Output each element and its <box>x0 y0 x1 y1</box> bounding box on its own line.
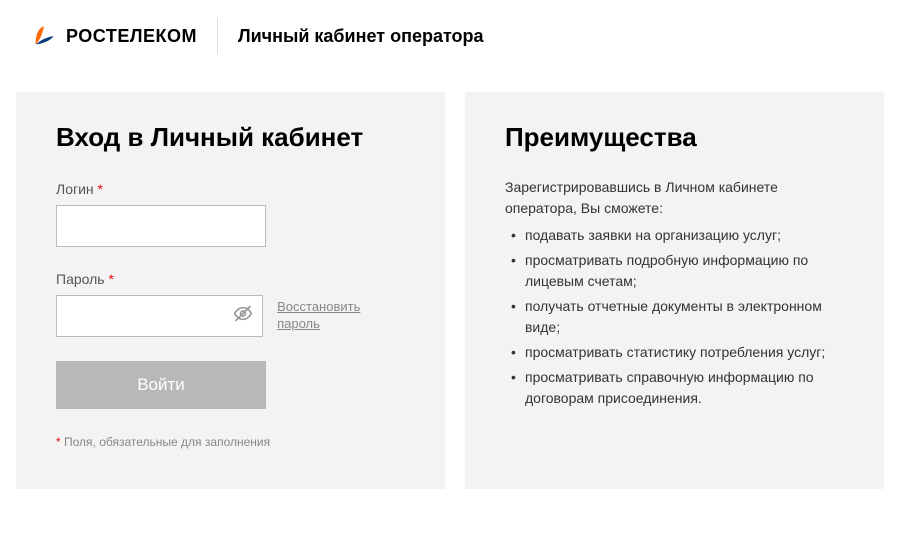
list-item: получать отчетные документы в электронно… <box>511 296 844 338</box>
header-divider <box>217 18 218 54</box>
password-input[interactable] <box>56 295 263 337</box>
login-panel: Вход в Личный кабинет Логин * Пароль * <box>16 92 445 489</box>
password-field-block: Пароль * Восстановить пароль <box>56 271 405 337</box>
footnote: * Поля, обязательные для заполнения <box>56 435 405 449</box>
benefits-title: Преимущества <box>505 122 844 153</box>
header-subtitle: Личный кабинет оператора <box>238 26 484 47</box>
password-label: Пароль * <box>56 271 405 287</box>
login-label: Логин * <box>56 181 405 197</box>
required-marker: * <box>98 181 103 197</box>
list-item: подавать заявки на организацию услуг; <box>511 225 844 246</box>
forgot-password-link[interactable]: Восстановить пароль <box>277 299 405 333</box>
logo: РОСТЕЛЕКОМ <box>30 22 197 50</box>
benefits-list: подавать заявки на организацию услуг; пр… <box>505 225 844 409</box>
header: РОСТЕЛЕКОМ Личный кабинет оператора <box>0 0 900 72</box>
list-item: просматривать подробную информацию по ли… <box>511 250 844 292</box>
login-input[interactable] <box>56 205 266 247</box>
required-marker: * <box>108 271 113 287</box>
list-item: просматривать справочную информацию по д… <box>511 367 844 409</box>
login-field-block: Логин * <box>56 181 405 247</box>
login-button[interactable]: Войти <box>56 361 266 409</box>
login-title: Вход в Личный кабинет <box>56 122 405 153</box>
rostelecom-logo-icon <box>30 22 58 50</box>
list-item: просматривать статистику потребления усл… <box>511 342 844 363</box>
eye-off-icon[interactable] <box>233 304 253 329</box>
benefits-panel: Преимущества Зарегистрировавшись в Лично… <box>465 92 884 489</box>
benefits-intro: Зарегистрировавшись в Личном кабинете оп… <box>505 177 844 219</box>
brand-name: РОСТЕЛЕКОМ <box>66 26 197 47</box>
content: Вход в Личный кабинет Логин * Пароль * <box>0 72 900 489</box>
